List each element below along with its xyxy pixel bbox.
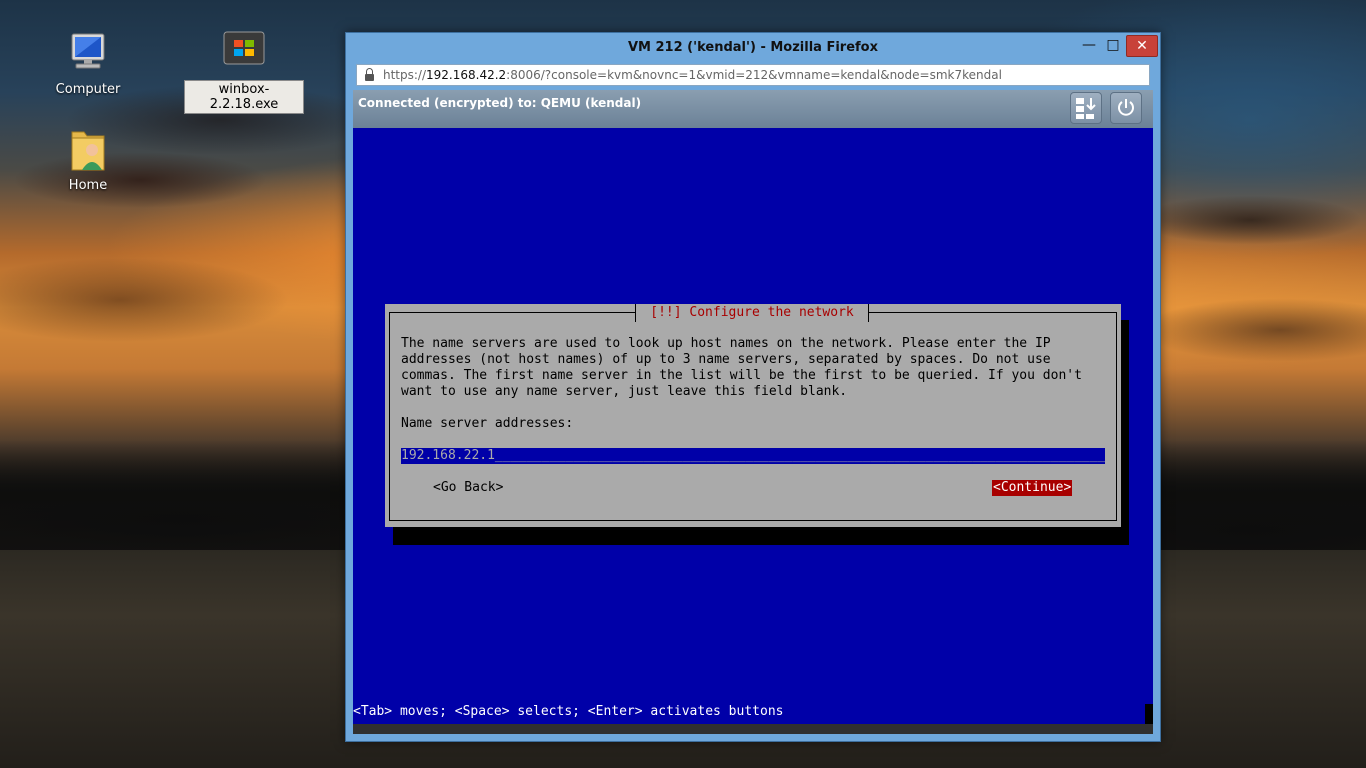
- desktop-icon-label: Home: [68, 178, 108, 193]
- desktop-icon-label: winbox-2.2.18.exe: [184, 80, 304, 114]
- name-server-input[interactable]: 192.168.22.1____________________________…: [401, 448, 1105, 464]
- console-scrollbar[interactable]: [353, 724, 1153, 734]
- configure-network-dialog: [!!] Configure the network The name serv…: [385, 304, 1121, 527]
- power-button[interactable]: [1110, 92, 1142, 124]
- computer-icon: [64, 30, 112, 78]
- firefox-window: VM 212 ('kendal') - Mozilla Firefox — □ …: [345, 32, 1161, 742]
- windows-executable-icon: [220, 30, 268, 78]
- close-icon[interactable]: ✕: [1126, 35, 1158, 57]
- lock-icon: [365, 68, 374, 81]
- continue-button[interactable]: <Continue>: [992, 480, 1073, 496]
- minimize-icon[interactable]: —: [1076, 35, 1102, 55]
- go-back-button[interactable]: <Go Back>: [433, 480, 503, 496]
- url-bar[interactable]: https://192.168.42.2:8006/?console=kvm&n…: [356, 64, 1150, 86]
- connection-status: Connected (encrypted) to: QEMU (kendal): [358, 96, 642, 110]
- novnc-control-bar: Connected (encrypted) to: QEMU (kendal): [353, 90, 1153, 128]
- desktop-icon-home[interactable]: Home: [43, 126, 133, 194]
- dialog-description: The name servers are used to look up hos…: [401, 336, 1082, 399]
- desktop-icon-label: Computer: [55, 82, 121, 97]
- window-title: VM 212 ('kendal') - Mozilla Firefox: [627, 40, 878, 55]
- home-folder-icon: [64, 126, 112, 174]
- console-edge: [1145, 704, 1153, 724]
- field-label: Name server addresses:: [401, 416, 574, 431]
- desktop-icon-computer[interactable]: Computer: [43, 30, 133, 98]
- power-icon: [1118, 99, 1134, 116]
- keys-icon: [1076, 98, 1096, 119]
- help-line: <Tab> moves; <Space> selects; <Enter> ac…: [353, 704, 784, 719]
- vm-console[interactable]: [!!] Configure the network The name serv…: [353, 128, 1153, 734]
- window-titlebar[interactable]: VM 212 ('kendal') - Mozilla Firefox — □ …: [346, 33, 1160, 61]
- send-keys-button[interactable]: [1070, 92, 1102, 124]
- url-text: https://192.168.42.2:8006/?console=kvm&n…: [383, 68, 1002, 82]
- dialog-title: [!!] Configure the network: [635, 304, 869, 322]
- desktop-icon-winbox[interactable]: winbox-2.2.18.exe: [184, 30, 304, 114]
- maximize-icon[interactable]: □: [1100, 35, 1126, 55]
